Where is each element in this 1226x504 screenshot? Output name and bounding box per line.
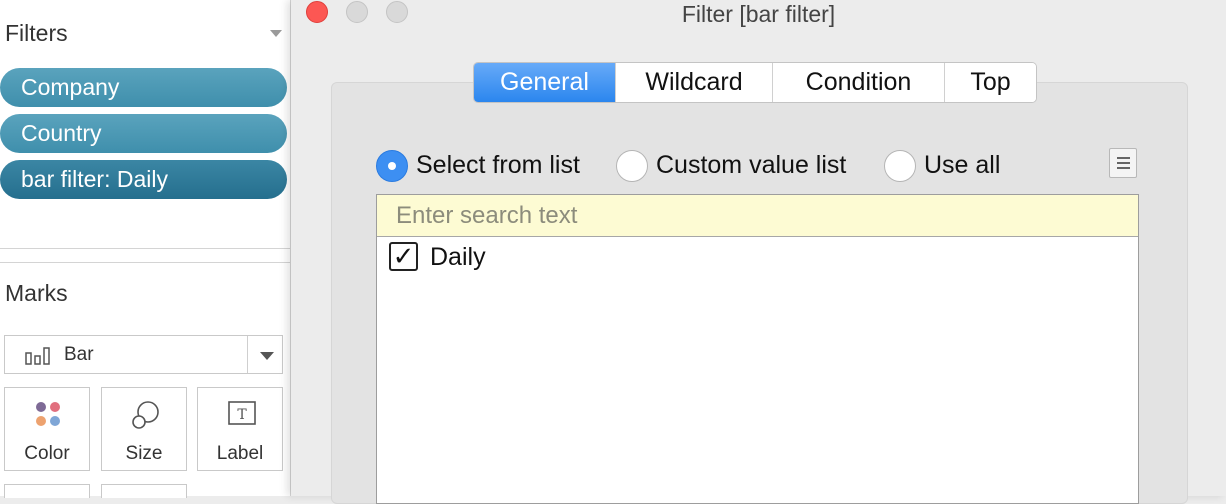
tab-bar: General Wildcard Condition Top: [473, 62, 1037, 103]
tab-general[interactable]: General: [474, 63, 615, 102]
size-button-label: Size: [125, 443, 163, 464]
tab-wildcard[interactable]: Wildcard: [615, 63, 772, 102]
chevron-down-icon[interactable]: [260, 352, 274, 360]
menu-line: [1117, 167, 1130, 169]
mark-type-label: Bar: [64, 344, 94, 365]
filter-dialog: Filter [bar filter] General Wildcard Con…: [291, 0, 1226, 504]
radio-custom-value-list-label[interactable]: Custom value list: [656, 151, 846, 180]
marks-title: Marks: [5, 280, 68, 306]
filters-menu-arrow-icon[interactable]: [270, 30, 282, 37]
menu-line: [1117, 157, 1130, 159]
color-button[interactable]: Color: [4, 387, 90, 471]
dropdown-separator: [247, 336, 248, 373]
mark-type-dropdown[interactable]: Bar: [4, 335, 283, 374]
section-divider: [0, 262, 290, 263]
label-button[interactable]: T Label: [197, 387, 283, 471]
size-icon: [132, 401, 159, 429]
radio-select-from-list[interactable]: [376, 150, 408, 182]
values-list: ✓ Daily: [376, 194, 1139, 504]
label-button-label: Label: [216, 443, 264, 464]
radio-use-all[interactable]: [884, 150, 916, 182]
radio-custom-value-list[interactable]: [616, 150, 648, 182]
filter-pill-bar-filter[interactable]: bar filter: Daily: [0, 160, 287, 199]
list-options-menu-button[interactable]: [1109, 148, 1137, 178]
filter-pill-company[interactable]: Company: [0, 68, 287, 107]
svg-text:T: T: [237, 407, 247, 423]
window-title: Filter [bar filter]: [681, 1, 836, 27]
filter-pill-country[interactable]: Country: [0, 114, 287, 153]
size-button[interactable]: Size: [101, 387, 187, 471]
search-input[interactable]: [377, 195, 1138, 237]
tab-top[interactable]: Top: [944, 63, 1036, 102]
filters-title: Filters: [5, 20, 68, 46]
section-divider: [0, 248, 290, 249]
title-bar[interactable]: Filter [bar filter]: [291, 0, 1226, 28]
label-icon: T: [228, 401, 256, 425]
left-pane: Filters Company Country bar filter: Dail…: [0, 0, 291, 498]
tab-condition[interactable]: Condition: [772, 63, 944, 102]
color-icon: [36, 402, 60, 426]
radio-use-all-label[interactable]: Use all: [924, 151, 1000, 180]
color-button-label: Color: [24, 443, 70, 464]
radio-select-from-list-label[interactable]: Select from list: [416, 151, 580, 180]
daily-checkbox[interactable]: ✓: [389, 242, 418, 271]
menu-line: [1117, 162, 1130, 164]
bar-chart-icon: [25, 347, 50, 365]
list-item-label: Daily: [430, 243, 486, 271]
